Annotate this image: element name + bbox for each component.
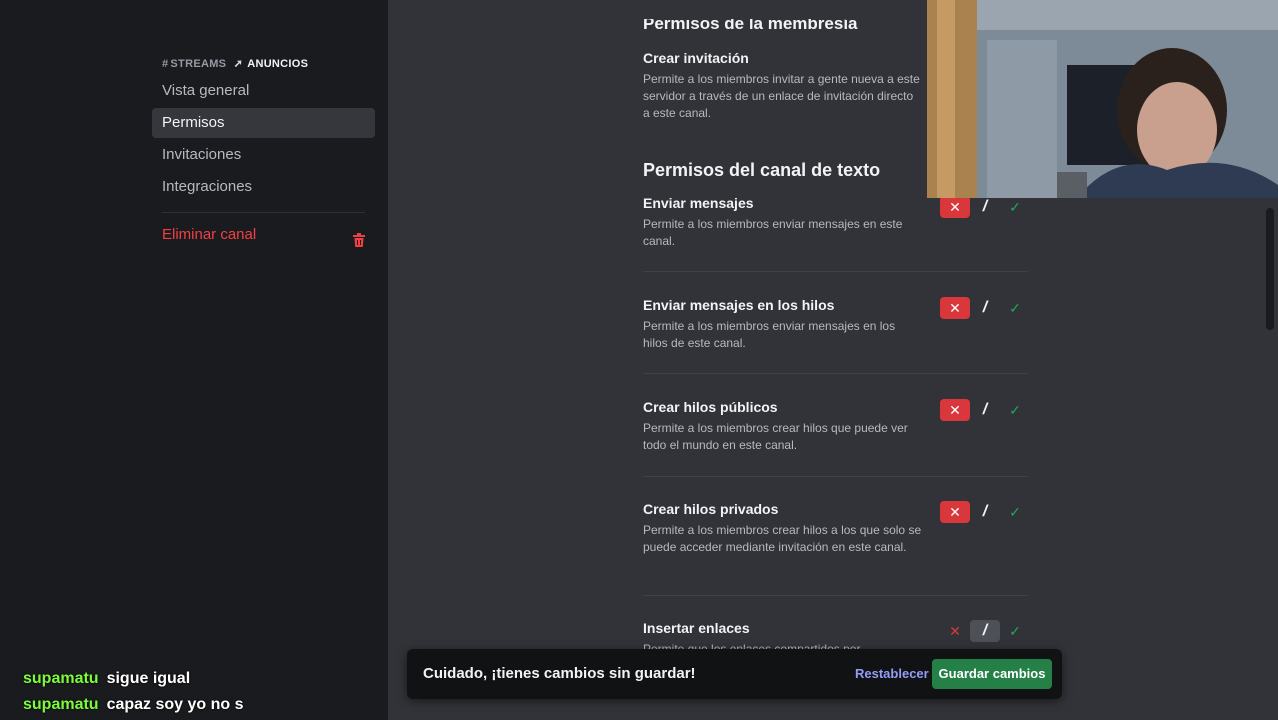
- text-permissions-title: Permisos del canal de texto: [643, 160, 881, 180]
- save-changes-button[interactable]: Guardar cambios: [932, 659, 1052, 689]
- permission-title: Crear hilos privados: [643, 501, 779, 517]
- unsaved-changes-bar: Cuidado, ¡tienes cambios sin guardar! Re…: [407, 649, 1062, 699]
- permission-divider: [643, 595, 1028, 596]
- sidebar-divider: [162, 212, 365, 213]
- neutral-button[interactable]: /: [970, 196, 1000, 218]
- permission-toggle: ✕ / ✓: [940, 501, 1030, 523]
- permission-title: Insertar enlaces: [643, 620, 750, 636]
- permission-divider: [643, 373, 1028, 374]
- allow-button[interactable]: ✓: [1000, 620, 1030, 642]
- hash-icon: #: [162, 58, 169, 70]
- allow-button[interactable]: ✓: [1000, 196, 1030, 218]
- allow-button[interactable]: ✓: [1000, 297, 1030, 319]
- permission-description: Permite a los miembros crear hilos a los…: [643, 523, 922, 554]
- permission-description: Permite a los miembros enviar mensajes e…: [643, 319, 896, 350]
- sidebar-item-invites[interactable]: Invitaciones: [152, 140, 375, 170]
- sidebar-item-integrations[interactable]: Integraciones: [152, 172, 375, 202]
- channel-category: STREAMS: [170, 58, 227, 70]
- unsaved-warning: Cuidado, ¡tienes cambios sin guardar!: [423, 665, 696, 682]
- deny-button[interactable]: ✕: [940, 297, 970, 319]
- permission-toggle: ✕ / ✓: [940, 297, 1030, 319]
- permission-description: Permite a los miembros enviar mensajes e…: [643, 217, 903, 248]
- sidebar-item-permissions[interactable]: Permisos: [152, 108, 375, 138]
- deny-button[interactable]: ✕: [940, 501, 970, 523]
- neutral-button[interactable]: /: [970, 620, 1000, 642]
- reset-button[interactable]: Restablecer: [855, 649, 929, 699]
- webcam-overlay: [927, 0, 1278, 198]
- permission-title: Crear invitación: [643, 50, 749, 66]
- deny-button[interactable]: ✕: [940, 196, 970, 218]
- permission-description: Permite a los miembros crear hilos que p…: [643, 421, 908, 452]
- settings-sidebar: # STREAMS ➚ ANUNCIOS Vista general Permiso…: [0, 0, 388, 720]
- sidebar-item-overview[interactable]: Vista general: [152, 76, 375, 106]
- delete-channel-button[interactable]: Eliminar canal: [152, 220, 375, 250]
- chat-line: supamatu sigue igual: [23, 670, 190, 688]
- neutral-button[interactable]: /: [970, 297, 1000, 319]
- chat-message: sigue igual: [106, 670, 191, 687]
- permission-toggle: ✕ / ✓: [940, 620, 1030, 642]
- permission-title: Crear hilos públicos: [643, 399, 778, 415]
- permission-divider: [643, 271, 1028, 272]
- permission-title: Enviar mensajes: [643, 195, 754, 211]
- allow-button[interactable]: ✓: [1000, 399, 1030, 421]
- channel-header: # STREAMS ➚ ANUNCIOS: [162, 57, 308, 70]
- neutral-button[interactable]: /: [970, 501, 1000, 523]
- permission-title: Enviar mensajes en los hilos: [643, 297, 835, 313]
- neutral-button[interactable]: /: [970, 399, 1000, 421]
- chat-message: capaz soy yo no s: [106, 696, 244, 713]
- permission-toggle: ✕ / ✓: [940, 399, 1030, 421]
- delete-channel-label: Eliminar canal: [162, 226, 257, 243]
- deny-button[interactable]: ✕: [940, 399, 970, 421]
- trash-icon: [353, 228, 365, 247]
- permission-description: Permite a los miembros invitar a gente n…: [643, 72, 920, 120]
- chat-username: supamatu: [23, 670, 99, 687]
- permission-toggle: ✕ / ✓: [940, 196, 1030, 218]
- chat-line: supamatu capaz soy yo no s: [23, 696, 244, 714]
- deny-button[interactable]: ✕: [940, 620, 970, 642]
- permission-divider: [643, 476, 1028, 477]
- allow-button[interactable]: ✓: [1000, 501, 1030, 523]
- rocket-icon: ➚: [233, 58, 244, 70]
- scrollbar-thumb[interactable]: [1266, 208, 1274, 330]
- chat-username: supamatu: [23, 696, 99, 713]
- channel-name: ANUNCIOS: [247, 58, 309, 70]
